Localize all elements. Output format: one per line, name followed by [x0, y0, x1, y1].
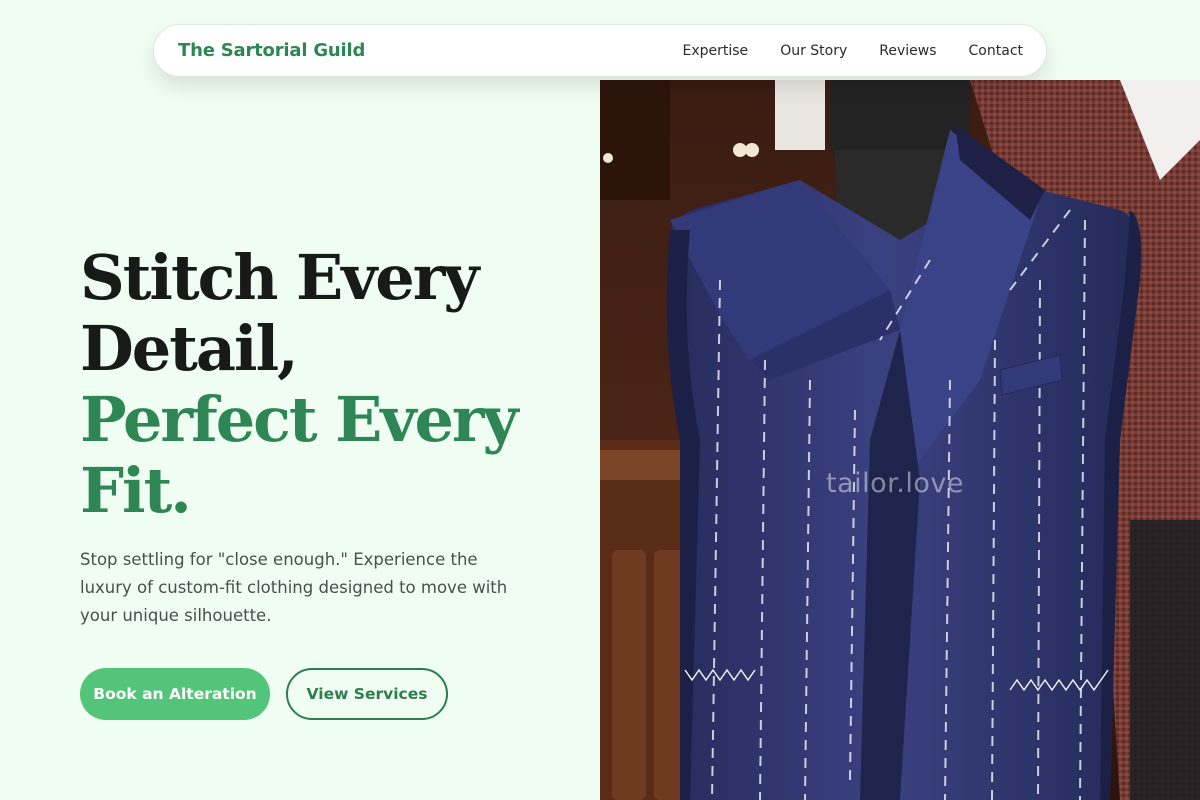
book-alteration-button[interactable]: Book an Alteration — [80, 668, 270, 720]
view-services-button[interactable]: View Services — [286, 668, 448, 720]
headline-accent-line-1: Perfect Every — [80, 383, 519, 456]
headline-line-2: Detail, — [80, 312, 299, 385]
hero-subtext: Stop settling for "close enough." Experi… — [80, 550, 508, 625]
nav-links: Expertise Our Story Reviews Contact — [683, 43, 1024, 59]
hero-image: tailor.love — [600, 80, 1200, 800]
cta-row: Book an Alteration View Services — [80, 668, 448, 720]
image-watermark: tailor.love — [826, 468, 964, 499]
brand-logo[interactable]: The Sartorial Guild — [178, 40, 365, 61]
tailored-jacket-photo — [600, 80, 1200, 800]
nav-link-our-story[interactable]: Our Story — [780, 43, 847, 59]
nav-link-reviews[interactable]: Reviews — [879, 43, 936, 59]
hero-text: Stitch Every Detail, Perfect Every Fit. … — [80, 242, 550, 630]
nav-link-expertise[interactable]: Expertise — [683, 43, 749, 59]
hero-headline: Stitch Every Detail, Perfect Every Fit. — [80, 242, 550, 526]
navbar: The Sartorial Guild Expertise Our Story … — [153, 24, 1047, 77]
headline-line-1: Stitch Every — [80, 241, 479, 314]
nav-link-contact[interactable]: Contact — [969, 43, 1023, 59]
headline-accent-line-2: Fit. — [80, 454, 192, 527]
